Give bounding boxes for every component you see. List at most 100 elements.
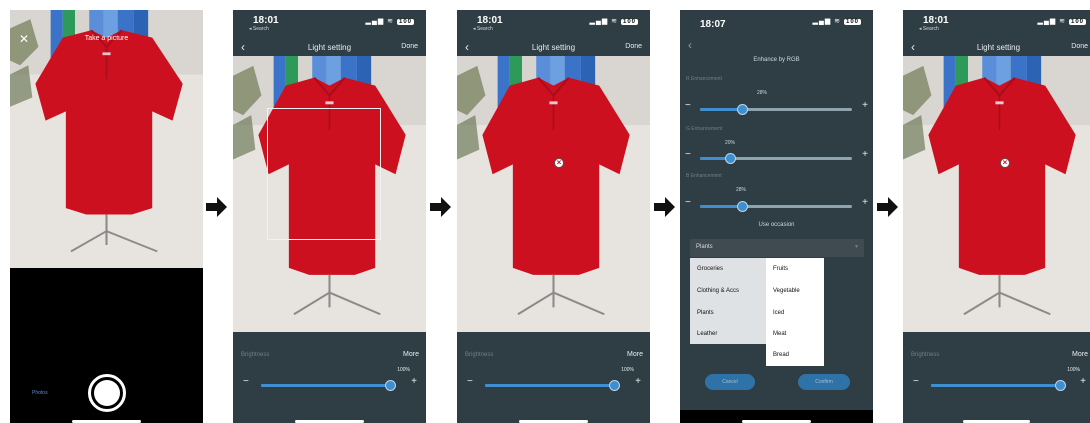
slider-knob[interactable] <box>737 104 749 115</box>
more-button[interactable]: More <box>1072 351 1088 358</box>
menu-item-groceries[interactable]: Groceries <box>697 266 723 272</box>
status-time: 18:01 <box>923 15 949 26</box>
brightness-panel: Brightness More 100% − + <box>233 332 426 423</box>
status-bar: 18:01 ◂ Search ▂▄▆ ≋ 100 <box>233 10 426 40</box>
back-to-search[interactable]: ◂ Search <box>473 26 493 32</box>
status-icons: ▂▄▆ ≋ 100 <box>589 18 638 25</box>
g-plus-button[interactable]: + <box>862 149 868 160</box>
done-button[interactable]: Done <box>401 43 418 50</box>
status-bar: 18:01 ◂ Search ▂▄▆ ≋ 100 <box>457 10 650 40</box>
brightness-label: Brightness <box>241 352 270 358</box>
brightness-panel: Brightness More 100% − + <box>903 332 1090 423</box>
screen-light-setting-marker: 18:01 ◂ Search ▂▄▆ ≋ 100 ‹ Light setting… <box>457 10 650 423</box>
slider-knob[interactable] <box>724 153 736 164</box>
slider-fill <box>485 384 620 387</box>
slider-knob[interactable] <box>385 380 396 391</box>
status-time: 18:01 <box>477 15 503 26</box>
b-minus-button[interactable]: − <box>685 197 691 208</box>
brightness-slider[interactable] <box>261 380 396 391</box>
b-slider[interactable] <box>700 201 852 212</box>
done-button[interactable]: Done <box>625 43 642 50</box>
occasion-dropdown[interactable]: Plants ▾ <box>690 239 864 257</box>
menu-item-fruits[interactable]: Fruits <box>773 266 788 272</box>
camera-preview <box>10 10 203 268</box>
minus-button[interactable]: − <box>243 376 249 387</box>
b-percent: 28% <box>736 187 747 193</box>
use-occasion-title: Use occasion <box>758 222 795 228</box>
light-point-marker-icon[interactable]: × <box>554 158 564 168</box>
screen-camera: ✕ Take a picture Photos <box>10 10 203 423</box>
enhance-title: Enhance by RGB <box>753 57 800 63</box>
g-slider[interactable] <box>700 153 852 164</box>
screen-light-setting-result: 18:01 ◂ Search ▂▄▆ ≋ 100 ‹ Light setting… <box>903 10 1090 423</box>
status-bar: 18:07 ▂▄▆ ≋ 100 <box>680 10 873 40</box>
slider-knob[interactable] <box>737 201 749 212</box>
confirm-button[interactable]: Confirm <box>798 374 850 390</box>
r-percent: 28% <box>757 90 768 96</box>
brightness-percent: 100% <box>397 367 410 373</box>
minus-button[interactable]: − <box>467 376 473 387</box>
status-icons: ▂▄▆ ≋ 100 <box>812 18 861 25</box>
photos-link[interactable]: Photos <box>32 390 48 396</box>
b-enhancement-label: B Enhancement <box>686 173 722 179</box>
g-percent: 20% <box>725 140 736 146</box>
more-button[interactable]: More <box>627 351 643 358</box>
cancel-button[interactable]: Cancel <box>705 374 755 390</box>
plus-button[interactable]: + <box>411 376 417 387</box>
photo-area[interactable]: × <box>903 56 1090 332</box>
back-to-search[interactable]: ◂ Search <box>919 26 939 32</box>
brightness-percent: 100% <box>1067 367 1080 373</box>
r-enhancement-label: R Enhancement <box>686 76 722 82</box>
plus-button[interactable]: + <box>635 376 641 387</box>
brightness-label: Brightness <box>465 352 494 358</box>
r-slider[interactable] <box>700 104 852 115</box>
menu-item-bread[interactable]: Bread <box>773 352 789 358</box>
light-point-marker-icon[interactable]: × <box>1000 158 1010 168</box>
menu-item-clothing[interactable]: Clothing & Accs <box>697 288 739 294</box>
shutter-button[interactable] <box>88 374 126 412</box>
shirt-photo <box>457 56 650 332</box>
back-to-search[interactable]: ◂ Search <box>249 26 269 32</box>
g-enhancement-label: G Enhancement <box>686 126 723 132</box>
battery-icon: 100 <box>1068 19 1086 25</box>
battery-icon: 100 <box>620 19 638 25</box>
photo-area[interactable]: × <box>457 56 650 332</box>
brightness-slider[interactable] <box>931 380 1066 391</box>
back-chevron-icon[interactable]: ‹ <box>688 38 692 52</box>
r-minus-button[interactable]: − <box>685 100 691 111</box>
slider-knob[interactable] <box>1055 380 1066 391</box>
r-plus-button[interactable]: + <box>862 100 868 111</box>
flow-arrow-icon <box>877 196 899 223</box>
done-button[interactable]: Done <box>1071 43 1088 50</box>
menu-item-leather[interactable]: Leather <box>697 331 717 337</box>
shirt-photo <box>10 10 203 268</box>
nav-title: Light setting <box>307 43 352 52</box>
selection-box[interactable] <box>267 108 381 240</box>
menu-item-iced[interactable]: Iced <box>773 310 784 316</box>
b-plus-button[interactable]: + <box>862 197 868 208</box>
brightness-slider[interactable] <box>485 380 620 391</box>
g-minus-button[interactable]: − <box>685 149 691 160</box>
screen-enhance-rgb: 18:07 ▂▄▆ ≋ 100 ‹ Enhance by RGB R Enhan… <box>680 10 873 423</box>
status-time: 18:01 <box>253 15 279 26</box>
camera-title: Take a picture <box>84 35 129 42</box>
flow-arrow-icon <box>430 196 452 223</box>
status-time: 18:07 <box>700 19 726 30</box>
shirt-photo <box>903 56 1090 332</box>
menu-item-plants[interactable]: Plants <box>697 310 714 316</box>
subcategory-menu: Fruits Vegetable Iced Meat Bread <box>766 258 824 366</box>
plus-button[interactable]: + <box>1080 376 1086 387</box>
nav-title: Light setting <box>531 43 576 52</box>
slider-knob[interactable] <box>609 380 620 391</box>
status-bar: 18:01 ◂ Search ▂▄▆ ≋ 100 <box>903 10 1090 40</box>
status-icons: ▂▄▆ ≋ 100 <box>365 18 414 25</box>
menu-item-meat[interactable]: Meat <box>773 331 786 337</box>
photo-area[interactable] <box>233 56 426 332</box>
dropdown-value: Plants <box>696 244 713 250</box>
more-button[interactable]: More <box>403 351 419 358</box>
minus-button[interactable]: − <box>913 376 919 387</box>
battery-icon: 100 <box>843 19 861 25</box>
battery-icon: 100 <box>396 19 414 25</box>
category-menu: Groceries Clothing & Accs Plants Leather <box>690 258 767 344</box>
menu-item-vegetable[interactable]: Vegetable <box>773 288 800 294</box>
